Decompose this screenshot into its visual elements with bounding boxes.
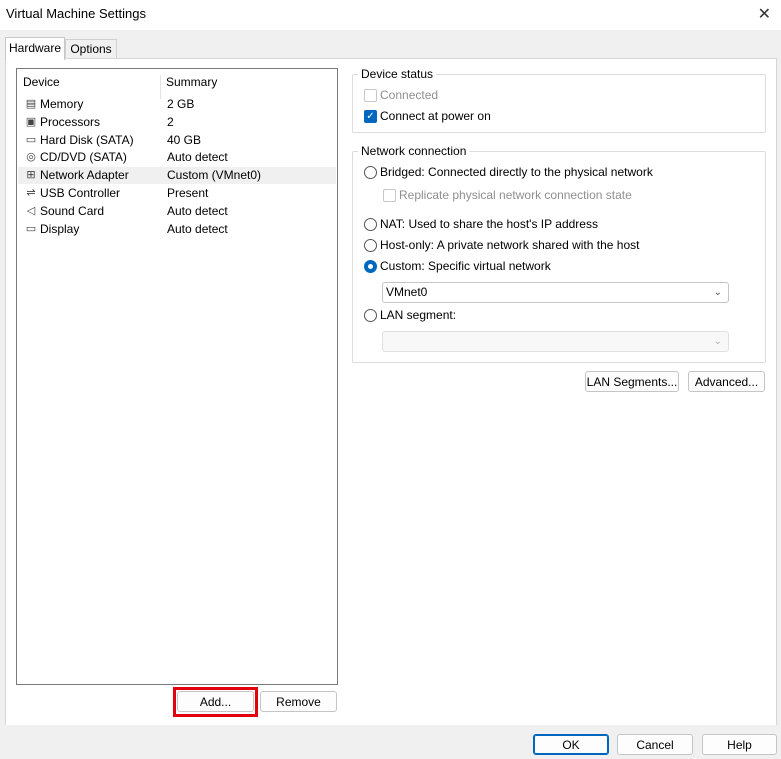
processor-icon: ▣ [25, 115, 37, 128]
network-connection-title: Network connection [358, 144, 470, 158]
device-summary: Custom (VMnet0) [167, 168, 262, 183]
device-status-group: Device status [352, 67, 766, 133]
advanced-button[interactable]: Advanced... [688, 371, 765, 392]
connected-checkbox[interactable] [364, 89, 377, 102]
device-summary: Present [167, 186, 209, 200]
device-row[interactable]: ▣ Processors 2 [18, 114, 336, 131]
connected-label: Connected [380, 88, 439, 102]
device-list-header: Device Summary [17, 75, 337, 99]
device-row[interactable]: ▭ Hard Disk (SATA) 40 GB [18, 132, 336, 149]
chevron-down-icon: ⌄ [713, 336, 722, 347]
tab-hardware[interactable]: Hardware [5, 37, 65, 60]
device-name: Sound Card [40, 203, 105, 218]
lan-segment-radio[interactable] [364, 309, 377, 322]
device-name: CD/DVD (SATA) [40, 150, 127, 165]
device-row[interactable]: ◎ CD/DVD (SATA) Auto detect [18, 149, 336, 166]
device-summary: Auto detect [167, 221, 228, 236]
vmnet-select[interactable]: VMnet0 ⌄ [382, 282, 729, 303]
hard-disk-icon: ▭ [25, 133, 37, 146]
usb-icon: ⇌ [26, 187, 36, 199]
window-title: Virtual Machine Settings [6, 6, 146, 21]
host-only-radio[interactable] [364, 239, 377, 252]
device-row[interactable]: ▭ Display Auto detect [18, 221, 336, 238]
device-name: Hard Disk (SATA) [40, 132, 134, 147]
lan-segments-button[interactable]: LAN Segments... [585, 371, 679, 392]
lan-segment-label: LAN segment: [380, 308, 457, 322]
speaker-icon: ◁ [26, 204, 36, 217]
column-header-summary[interactable]: Summary [166, 75, 217, 97]
memory-icon: ▤ [25, 98, 37, 110]
device-row[interactable]: ⊞ Network Adapter Custom (VMnet0) [18, 167, 336, 185]
device-summary: Auto detect [167, 203, 228, 218]
column-header-device[interactable]: Device [23, 75, 60, 97]
custom-radio[interactable] [364, 260, 377, 273]
cancel-button[interactable]: Cancel [617, 734, 693, 755]
display-icon: ▭ [25, 222, 37, 235]
remove-button[interactable]: Remove [260, 691, 337, 712]
custom-label: Custom: Specific virtual network [380, 259, 551, 273]
device-list[interactable]: Device Summary ▤ Memory 2 GB ▣ Processors 2 ▭ H… [16, 68, 338, 685]
device-name: Display [40, 221, 80, 236]
cd-dvd-icon: ◎ [26, 151, 36, 164]
highlight-box [173, 687, 258, 717]
tab-options[interactable]: Options [65, 39, 117, 59]
connect-at-power-on-label: Connect at power on [380, 109, 491, 123]
device-row[interactable]: ◁ Sound Card Auto detect [18, 203, 336, 220]
device-summary: Auto detect [167, 150, 228, 165]
connect-at-power-on-checkbox[interactable]: ✓ [364, 110, 377, 123]
replicate-label: Replicate physical network connection st… [399, 188, 632, 202]
device-status-title: Device status [358, 67, 437, 81]
help-button[interactable]: Help [702, 734, 777, 755]
nat-label: NAT: Used to share the host's IP address [380, 217, 598, 231]
network-adapter-icon: ⊞ [26, 169, 36, 182]
device-name: USB Controller [40, 186, 121, 200]
chevron-down-icon: ⌄ [713, 287, 722, 298]
vmnet-select-value: VMnet0 [386, 285, 428, 299]
replicate-checkbox[interactable] [383, 189, 396, 202]
bridged-radio[interactable] [364, 166, 377, 179]
lan-segment-select[interactable]: ⌄ [382, 331, 729, 352]
ok-button[interactable]: OK [533, 734, 609, 755]
device-row[interactable]: ⇌ USB Controller Present [18, 185, 336, 202]
bridged-label: Bridged: Connected directly to the physi… [380, 165, 653, 179]
nat-radio[interactable] [364, 218, 377, 231]
device-name: Processors [40, 114, 101, 129]
device-summary: 2 GB [167, 97, 195, 111]
close-icon[interactable]: ✕ [758, 4, 771, 24]
device-name: Network Adapter [40, 168, 129, 183]
device-summary: 40 GB [167, 132, 202, 147]
device-name: Memory [40, 97, 84, 111]
device-row[interactable]: ▤ Memory 2 GB [18, 96, 336, 113]
host-only-label: Host-only: A private network shared with… [380, 238, 640, 252]
device-summary: 2 [167, 114, 174, 129]
title-bar: Virtual Machine Settings ✕ [0, 0, 781, 30]
